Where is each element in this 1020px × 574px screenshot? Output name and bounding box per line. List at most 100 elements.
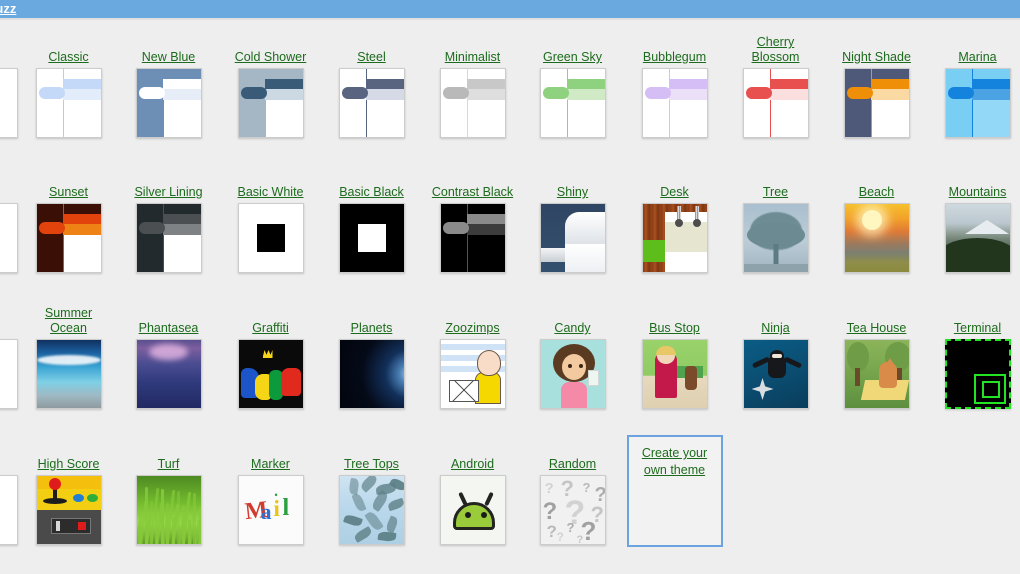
theme-thumbnail-summer-ocean[interactable] (35, 339, 102, 409)
theme-cell-graffiti[interactable]: Graffiti (220, 299, 321, 434)
theme-cell-green-sky[interactable]: Green Sky (522, 28, 623, 163)
theme-cell-ninja[interactable]: Ninja (725, 299, 826, 434)
theme-thumbnail-marina[interactable] (944, 68, 1011, 138)
theme-link-beach[interactable]: Beach (859, 185, 894, 200)
nav-link-buzz[interactable]: Buzz (0, 0, 16, 18)
theme-thumbnail-night-shade[interactable] (843, 68, 910, 138)
theme-cell-turf[interactable]: Turf (118, 435, 219, 570)
theme-cell-cold-shower[interactable]: Cold Shower (220, 28, 321, 163)
create-own-theme-cell[interactable]: Create your own theme (624, 435, 725, 570)
theme-cell-tea-house[interactable]: Tea House (826, 299, 927, 434)
theme-thumbnail-random[interactable]: ???????????? (539, 475, 606, 545)
theme-link-graffiti[interactable]: Graffiti (252, 321, 289, 336)
theme-thumbnail-ninja[interactable] (742, 339, 809, 409)
theme-cell-shiny[interactable]: Shiny (522, 163, 623, 298)
theme-link-random[interactable]: Random (549, 457, 596, 472)
theme-link-ninja[interactable]: Ninja (761, 321, 790, 336)
theme-cell-marker[interactable]: Marker M a i l • (220, 435, 321, 570)
theme-cell-steel[interactable]: Steel (321, 28, 422, 163)
theme-link-classic[interactable]: Classic (48, 50, 88, 65)
theme-link-marker[interactable]: Marker (251, 457, 290, 472)
theme-thumbnail-turf[interactable] (135, 475, 202, 545)
theme-thumbnail-bus-stop[interactable] (641, 339, 708, 409)
theme-cell-silver-lining[interactable]: Silver Lining (118, 163, 219, 298)
theme-thumbnail-candy[interactable] (539, 339, 606, 409)
theme-cell-mountains[interactable]: Mountains (927, 163, 1020, 298)
theme-cell-tree[interactable]: Tree (725, 163, 826, 298)
theme-link-night-shade[interactable]: Night Shade (842, 50, 911, 65)
create-own-theme-link[interactable]: Create your own theme (631, 445, 719, 479)
theme-cell-terminal[interactable]: Terminal (927, 299, 1020, 434)
theme-link-sunset[interactable]: Sunset (49, 185, 88, 200)
theme-link-marina[interactable]: Marina (958, 50, 996, 65)
theme-link-basic-white[interactable]: Basic White (238, 185, 304, 200)
theme-cell-cherry-blossom[interactable]: Cherry Blossom (725, 28, 826, 163)
theme-link-phantasea[interactable]: Phantasea (139, 321, 199, 336)
theme-thumbnail-desk[interactable] (641, 203, 708, 273)
theme-thumbnail-tea-house[interactable] (843, 339, 910, 409)
theme-link-new-blue[interactable]: New Blue (142, 50, 196, 65)
theme-cell-basic-white[interactable]: Basic White (220, 163, 321, 298)
create-own-theme-box[interactable]: Create your own theme (626, 435, 723, 547)
theme-thumbnail-basic-white[interactable] (237, 203, 304, 273)
theme-cell-marina[interactable]: Marina (927, 28, 1020, 163)
theme-cell-zoozimps[interactable]: Zoozimps (422, 299, 523, 434)
theme-cell-desk[interactable]: Desk (624, 163, 725, 298)
theme-link-silver-lining[interactable]: Silver Lining (134, 185, 202, 200)
theme-link-planets[interactable]: Planets (351, 321, 393, 336)
theme-link-terminal[interactable]: Terminal (954, 321, 1001, 336)
theme-cell-new-blue[interactable]: New Blue (118, 28, 219, 163)
theme-thumbnail-new-blue[interactable] (135, 68, 202, 138)
theme-thumbnail-marker[interactable]: M a i l • (237, 475, 304, 545)
theme-thumbnail-mountains[interactable] (944, 203, 1011, 273)
theme-thumbnail-contrast-black[interactable] (439, 203, 506, 273)
theme-cell-random[interactable]: Random???????????? (522, 435, 623, 570)
theme-thumbnail-tree-tops[interactable] (338, 475, 405, 545)
theme-link-bus-stop[interactable]: Bus Stop (649, 321, 700, 336)
theme-link-summer-ocean[interactable]: Summer Ocean (27, 306, 111, 336)
theme-thumbnail-tree[interactable] (742, 203, 809, 273)
theme-cell-tree-tops[interactable]: Tree Tops (321, 435, 422, 570)
theme-cell-minimalist[interactable]: Minimalist (422, 28, 523, 163)
theme-thumbnail-android[interactable] (439, 475, 506, 545)
theme-cell-beach[interactable]: Beach (826, 163, 927, 298)
theme-link-cold-shower[interactable]: Cold Shower (235, 50, 307, 65)
theme-link-tea-house[interactable]: Tea House (847, 321, 907, 336)
theme-thumbnail-bubblegum[interactable] (641, 68, 708, 138)
theme-link-mountains[interactable]: Mountains (949, 185, 1007, 200)
theme-link-zoozimps[interactable]: Zoozimps (445, 321, 499, 336)
theme-link-contrast-black[interactable]: Contrast Black (432, 185, 513, 200)
theme-link-minimalist[interactable]: Minimalist (445, 50, 501, 65)
theme-thumbnail-basic-black[interactable] (338, 203, 405, 273)
theme-link-basic-black[interactable]: Basic Black (339, 185, 404, 200)
theme-link-shiny[interactable]: Shiny (557, 185, 588, 200)
theme-thumbnail-cold-shower[interactable] (237, 68, 304, 138)
theme-thumbnail-graffiti[interactable] (237, 339, 304, 409)
theme-cell-night-shade[interactable]: Night Shade (826, 28, 927, 163)
theme-thumbnail-beach[interactable] (843, 203, 910, 273)
theme-link-tree[interactable]: Tree (763, 185, 788, 200)
theme-cell-basic-black[interactable]: Basic Black (321, 163, 422, 298)
theme-thumbnail-green-sky[interactable] (539, 68, 606, 138)
theme-thumbnail-silver-lining[interactable] (135, 203, 202, 273)
theme-link-cherry-blossom[interactable]: Cherry Blossom (734, 35, 818, 65)
theme-thumbnail-classic[interactable] (35, 68, 102, 138)
theme-thumbnail-cherry-blossom[interactable] (742, 68, 809, 138)
theme-cell-bubblegum[interactable]: Bubblegum (624, 28, 725, 163)
theme-link-bubblegum[interactable]: Bubblegum (643, 50, 706, 65)
theme-thumbnail-planets[interactable] (338, 339, 405, 409)
theme-cell-planets[interactable]: Planets (321, 299, 422, 434)
theme-link-steel[interactable]: Steel (357, 50, 386, 65)
theme-thumbnail-zoozimps[interactable] (439, 339, 506, 409)
theme-cell-contrast-black[interactable]: Contrast Black (422, 163, 523, 298)
theme-link-android[interactable]: Android (451, 457, 494, 472)
theme-link-candy[interactable]: Candy (554, 321, 590, 336)
theme-link-green-sky[interactable]: Green Sky (543, 50, 602, 65)
theme-thumbnail-steel[interactable] (338, 68, 405, 138)
theme-link-desk[interactable]: Desk (660, 185, 688, 200)
theme-thumbnail-shiny[interactable] (539, 203, 606, 273)
theme-thumbnail-sunset[interactable] (35, 203, 102, 273)
theme-thumbnail-terminal[interactable] (944, 339, 1011, 409)
theme-link-turf[interactable]: Turf (158, 457, 180, 472)
theme-cell-bus-stop[interactable]: Bus Stop (624, 299, 725, 434)
